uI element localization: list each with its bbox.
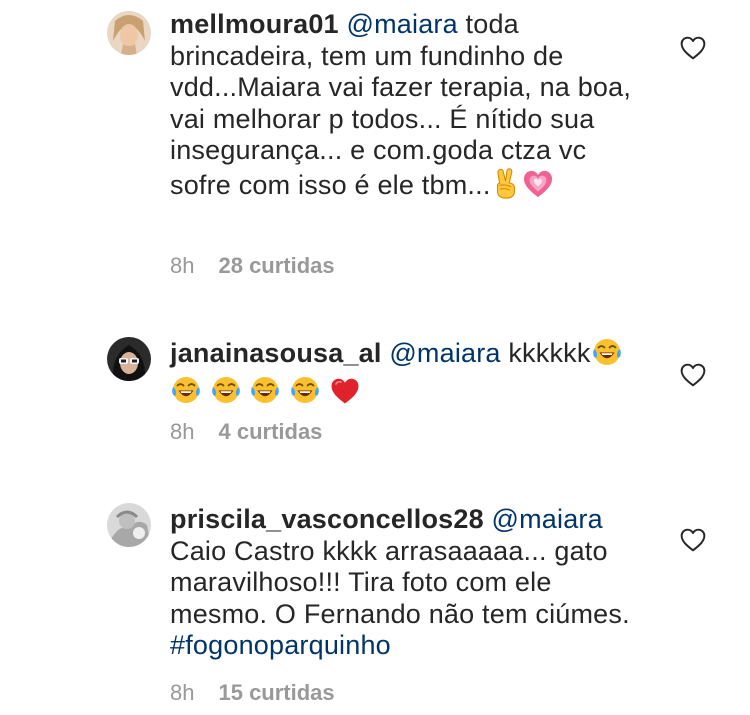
avatar[interactable] (107, 11, 151, 55)
victory-hand-emoji (492, 167, 520, 207)
comment-meta: 8h 4 curtidas (170, 419, 322, 445)
comment-username[interactable]: priscila_vasconcellos28 (170, 504, 484, 534)
comment-time: 8h (170, 253, 195, 278)
like-heart-icon[interactable] (680, 36, 706, 60)
comment-hashtag[interactable]: #fogonoparquinho (170, 630, 391, 660)
comment-meta: 8h 15 curtidas (170, 680, 335, 706)
comment-mention[interactable]: @maiara (389, 338, 500, 368)
comment-mention[interactable]: @maiara (346, 9, 457, 39)
comment-text: priscila_vasconcellos28 @maiara Caio Cas… (170, 504, 640, 662)
tears-of-joy-emoji (211, 375, 241, 413)
red-heart-emoji (330, 377, 360, 413)
comment-item: mellmoura01 @maiara toda brincadeira, te… (0, 0, 750, 300)
comment-mention[interactable]: @maiara (492, 504, 603, 534)
like-heart-icon[interactable] (680, 363, 706, 387)
comment-text: mellmoura01 @maiara toda brincadeira, te… (170, 9, 640, 206)
comment-meta: 8h 28 curtidas (170, 253, 335, 279)
avatar[interactable] (107, 337, 151, 381)
comment-username[interactable]: janainasousa_al (170, 338, 382, 368)
avatar-image (107, 503, 151, 547)
comment-time: 8h (170, 419, 195, 444)
tears-of-joy-emoji (171, 375, 201, 413)
comment-text: janainasousa_al @maiara kkkkkk (170, 337, 640, 412)
tears-of-joy-emoji (592, 337, 622, 375)
tears-of-joy-emoji (290, 375, 320, 413)
comment-likes[interactable]: 28 curtidas (218, 253, 334, 278)
comment-body: Caio Castro kkkk arrasaaaaa... gato mara… (170, 535, 630, 629)
comment-time: 8h (170, 680, 195, 705)
comment-username[interactable]: mellmoura01 (170, 9, 339, 39)
like-heart-icon[interactable] (680, 528, 706, 552)
comment-likes[interactable]: 15 curtidas (218, 680, 334, 705)
tears-of-joy-emoji (250, 375, 280, 413)
comment-likes[interactable]: 4 curtidas (218, 419, 322, 444)
comment-body: kkkkkk (508, 338, 591, 368)
avatar[interactable] (107, 503, 151, 547)
avatar-image (107, 337, 151, 381)
avatar-image (107, 11, 151, 55)
growing-heart-emoji (522, 169, 554, 207)
